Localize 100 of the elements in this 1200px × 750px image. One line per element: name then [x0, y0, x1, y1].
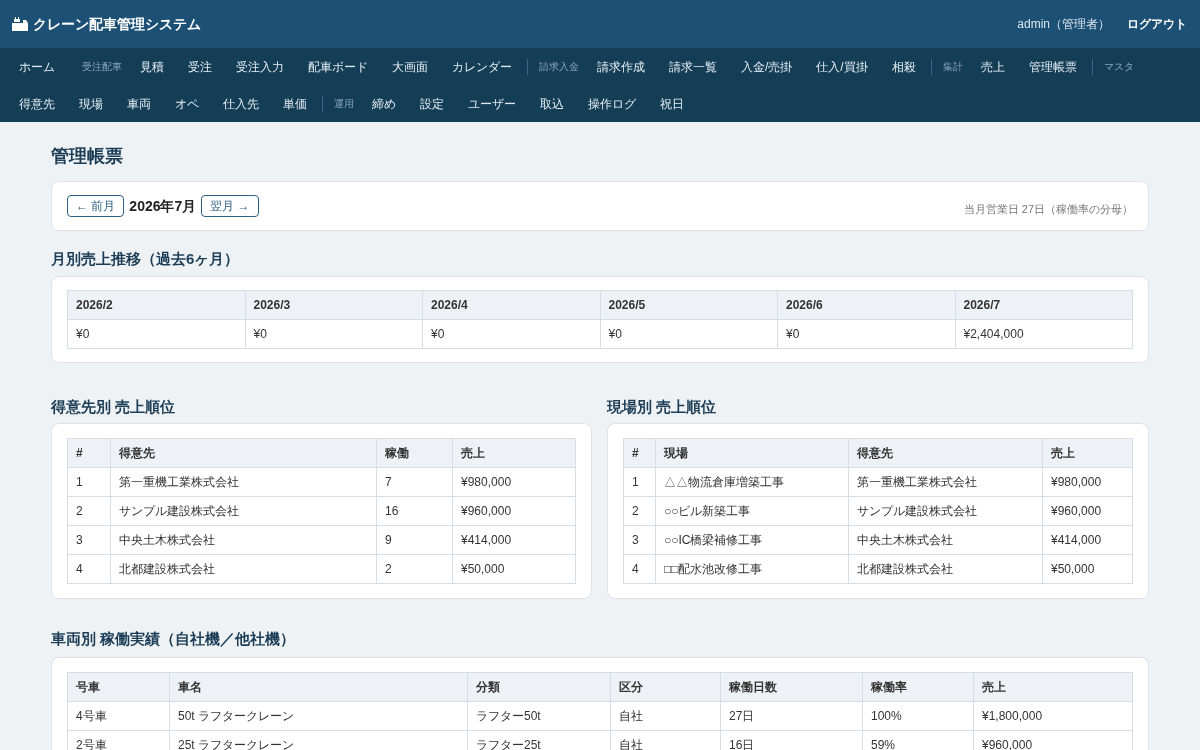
column-header: 2026/6 — [777, 290, 955, 320]
table-cell: ¥960,000 — [1042, 496, 1133, 526]
table-cell: ¥0 — [600, 319, 778, 349]
column-header: 区分 — [610, 672, 721, 702]
nav-link[interactable]: 配車ボード — [296, 48, 380, 85]
nav-link[interactable]: 受注入力 — [224, 48, 296, 85]
nav-link[interactable]: 大画面 — [380, 48, 440, 85]
section-heading: 現場別 売上順位 — [607, 397, 718, 417]
column-header: # — [623, 438, 656, 468]
business-days-note: 当月営業日 27日（稼働率の分母） — [963, 201, 1133, 217]
column-header: 2026/3 — [245, 290, 423, 320]
column-header: 車名 — [169, 672, 468, 702]
nav-link[interactable]: 相殺 — [879, 48, 928, 85]
table-cell: ○○ビル新築工事 — [655, 496, 849, 526]
column-header: 売上 — [973, 672, 1133, 702]
column-header: 得意先 — [110, 438, 377, 468]
table-cell: 4 — [623, 554, 656, 584]
nav-link[interactable]: 入金/売掛 — [729, 48, 805, 85]
nav-link[interactable]: 仕入先 — [211, 85, 271, 122]
column-header: # — [67, 438, 111, 468]
nav-link[interactable]: 売上 — [968, 48, 1017, 85]
table-cell: 第一重機工業株式会社 — [848, 467, 1043, 497]
column-header: 2026/7 — [955, 290, 1133, 320]
nav-link[interactable]: 受注 — [176, 48, 224, 85]
nav-link[interactable]: 操作ログ — [576, 85, 648, 122]
column-header: 2026/2 — [67, 290, 245, 320]
table-cell: 2 — [623, 496, 656, 526]
table-cell: ¥980,000 — [1042, 467, 1133, 497]
column-header: 号車 — [67, 672, 170, 702]
column-header: 売上 — [452, 438, 576, 468]
table-cell: ¥50,000 — [1042, 554, 1133, 584]
nav-link[interactable]: 設定 — [408, 85, 456, 122]
table-cell: 北都建設株式会社 — [110, 554, 377, 584]
table-cell: ¥0 — [777, 319, 955, 349]
nav-link[interactable]: 単価 — [271, 85, 319, 122]
app-title: クレーン配車管理システム — [33, 14, 201, 34]
logout-link[interactable]: ログアウト — [1127, 15, 1187, 33]
table-cell: 50t ラフタークレーン — [169, 701, 468, 731]
table-cell: 9 — [376, 525, 453, 555]
nav-link[interactable]: 車両 — [115, 85, 163, 122]
next-month-button[interactable]: 翌月 → — [201, 195, 259, 217]
nav-link[interactable]: オペ — [163, 85, 211, 122]
nav-link[interactable]: ホーム — [7, 48, 67, 85]
nav-link[interactable]: 祝日 — [648, 85, 696, 122]
nav-group-label: 請求入金 — [539, 60, 580, 74]
page-title: 管理帳票 — [51, 145, 124, 168]
table-cell: サンプル建設株式会社 — [848, 496, 1043, 526]
current-month: 2026年7月 — [129, 196, 197, 216]
table-cell: 3 — [623, 525, 656, 555]
section-heading: 車両別 稼働実績（自社機／他社機） — [51, 629, 297, 649]
table-cell: 北都建設株式会社 — [848, 554, 1043, 584]
table-cell: 16 — [376, 496, 453, 526]
section-heading: 得意先別 売上順位 — [51, 397, 177, 417]
nav-link[interactable]: 取込 — [528, 85, 576, 122]
table-cell: 4号車 — [67, 701, 170, 731]
nav-link[interactable]: 管理帳票 — [1016, 48, 1089, 85]
column-header: 売上 — [1042, 438, 1133, 468]
truck-icon — [12, 16, 28, 32]
nav-link[interactable]: 請求一覧 — [657, 48, 729, 85]
column-header: 稼働 — [376, 438, 453, 468]
prev-month-button[interactable]: ← 前月 — [67, 195, 125, 217]
nav-group-label: 運用 — [334, 97, 355, 111]
table-cell: ¥0 — [67, 319, 245, 349]
table-cell: □□配水池改修工事 — [655, 554, 849, 584]
column-header: 現場 — [655, 438, 849, 468]
nav-link[interactable]: カレンダー — [440, 48, 524, 85]
table-cell: 第一重機工業株式会社 — [110, 467, 377, 497]
table-cell: ¥414,000 — [452, 525, 576, 555]
table-cell: ¥2,404,000 — [955, 319, 1133, 349]
table-cell: ¥960,000 — [452, 496, 576, 526]
table-cell: ¥1,800,000 — [973, 701, 1133, 731]
table-cell: 2号車 — [67, 730, 170, 750]
nav-link[interactable]: 得意先 — [7, 85, 67, 122]
table-cell: 1 — [623, 467, 656, 497]
table-cell: 1 — [67, 467, 111, 497]
section-heading: 月別売上推移（過去6ヶ月） — [51, 249, 241, 269]
nav-group-label: マスタ — [1103, 60, 1135, 74]
nav-link[interactable]: 現場 — [67, 85, 115, 122]
column-header: 分類 — [467, 672, 611, 702]
table-cell: 3 — [67, 525, 111, 555]
table-cell: 中央土木株式会社 — [848, 525, 1043, 555]
column-header: 稼働日数 — [720, 672, 863, 702]
nav-group-label: 集計 — [942, 60, 964, 74]
table-cell: ○○IC橋梁補修工事 — [655, 525, 849, 555]
column-header: 得意先 — [848, 438, 1043, 468]
column-header: 2026/4 — [422, 290, 600, 320]
table-cell: 27日 — [720, 701, 863, 731]
nav-link[interactable]: 請求作成 — [585, 48, 657, 85]
table-cell: △△物流倉庫増築工事 — [655, 467, 849, 497]
table-cell: 4 — [67, 554, 111, 584]
table-cell: ラフター50t — [467, 701, 611, 731]
user-label: admin（管理者） — [1017, 16, 1110, 33]
nav-link[interactable]: ユーザー — [456, 85, 528, 122]
table-cell: 100% — [862, 701, 974, 731]
nav-group-label: 受注配車 — [82, 60, 123, 74]
nav-link[interactable]: 締め — [360, 85, 408, 122]
nav-link[interactable]: 見積 — [128, 48, 176, 85]
table-cell: 2 — [67, 496, 111, 526]
table-cell: 2 — [376, 554, 453, 584]
nav-link[interactable]: 仕入/買掛 — [804, 48, 880, 85]
